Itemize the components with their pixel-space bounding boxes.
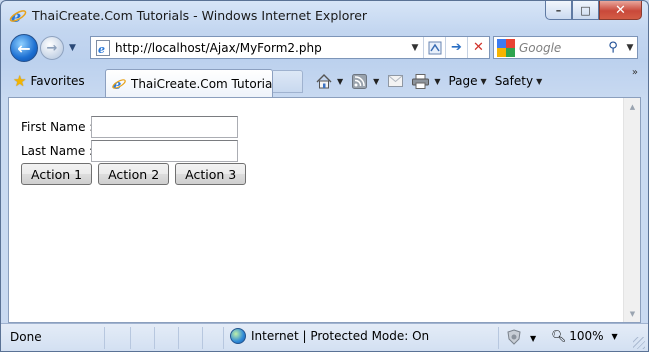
status-divider: [154, 327, 155, 349]
address-bar[interactable]: e http://localhost/Ajax/MyForm2.php ▼ ➔ …: [90, 36, 490, 59]
window-title: ThaiCreate.Com Tutorials - Windows Inter…: [32, 8, 368, 23]
zoom-control[interactable]: 🔍︎ 100% ▼: [551, 329, 618, 343]
security-zone[interactable]: Internet | Protected Mode: On: [230, 328, 429, 344]
protected-mode-dropdown-icon: ▼: [530, 334, 537, 343]
safety-menu-label: Safety: [494, 74, 534, 88]
svg-text:e: e: [98, 43, 105, 56]
protected-mode-button[interactable]: ▼: [506, 329, 536, 348]
last-name-input[interactable]: [91, 140, 238, 162]
security-zone-label: Internet | Protected Mode: On: [251, 329, 430, 343]
command-bar: ★ Favorites e ThaiCreate.Com Tutorials ▼: [1, 65, 648, 97]
last-name-label: Last Name :: [21, 144, 94, 158]
home-dropdown-icon[interactable]: ▼: [337, 77, 343, 86]
page-content: First Name : Last Name : Action 1 Action…: [8, 97, 641, 323]
page-viewport: First Name : Last Name : Action 1 Action…: [9, 98, 623, 322]
feeds-button[interactable]: ▼: [351, 73, 379, 89]
window-controls: – □ ✕: [545, 1, 642, 21]
action-buttons: Action 1 Action 2 Action 3: [21, 163, 252, 185]
favorites-button[interactable]: ★ Favorites: [13, 70, 85, 92]
shield-gear-icon: [506, 329, 522, 348]
status-divider: [104, 327, 105, 349]
feeds-dropdown-icon[interactable]: ▼: [373, 77, 379, 86]
back-arrow-icon: ←: [17, 38, 31, 58]
page-icon: e: [95, 39, 111, 56]
rss-feed-icon: [351, 73, 368, 89]
home-icon: [315, 73, 332, 89]
first-name-input[interactable]: [91, 116, 238, 138]
zoom-level: 100%: [569, 329, 604, 343]
status-divider: [202, 327, 203, 349]
address-input[interactable]: http://localhost/Ajax/MyForm2.php: [115, 41, 407, 55]
safety-dropdown-icon: ▼: [536, 76, 543, 86]
status-divider: [130, 327, 131, 349]
first-name-label: First Name :: [21, 120, 94, 134]
ie-logo-icon: e: [9, 7, 27, 26]
favorites-star-icon: ★: [13, 72, 27, 90]
tab-page-icon: e: [111, 76, 127, 92]
close-button[interactable]: ✕: [599, 1, 642, 20]
page-menu-label: Page: [448, 74, 478, 88]
recent-pages-dropdown-icon[interactable]: ▼: [69, 43, 76, 53]
page-menu[interactable]: Page ▼: [448, 74, 486, 88]
forward-button[interactable]: →: [40, 36, 64, 60]
refresh-go-icon[interactable]: ➔: [445, 37, 467, 58]
zoom-magnifier-icon: 🔍︎: [551, 329, 567, 343]
forward-arrow-icon: →: [46, 40, 58, 56]
favorites-label: Favorites: [30, 74, 85, 88]
status-divider: [223, 327, 224, 349]
action-3-button[interactable]: Action 3: [175, 163, 247, 185]
page-dropdown-icon: ▼: [480, 76, 487, 86]
back-button[interactable]: ←: [10, 34, 38, 62]
search-magnifier-icon[interactable]: ⚲: [603, 40, 623, 55]
action-1-button[interactable]: Action 1: [21, 163, 93, 185]
read-mail-button[interactable]: [387, 73, 404, 89]
last-name-row: Last Name :: [21, 139, 252, 163]
maximize-button[interactable]: □: [572, 1, 599, 20]
navigation-bar: ← → ▼ e http://localhost/Ajax/MyForm2.ph…: [1, 31, 648, 65]
new-tab-button[interactable]: [273, 70, 303, 93]
printer-icon: [412, 73, 430, 89]
first-name-row: First Name :: [21, 115, 252, 139]
status-text: Done: [10, 330, 42, 344]
search-input[interactable]: Google: [519, 41, 603, 55]
zoom-dropdown-icon: ▼: [611, 331, 618, 341]
vertical-scrollbar[interactable]: ▲ ▼: [623, 98, 640, 322]
status-bar: Done Internet | Protected Mode: On ▼ 🔍︎ …: [1, 323, 648, 351]
command-tools: ▼ ▼ ▼ Page ▼ Safety ▼: [315, 71, 550, 91]
address-dropdown-icon[interactable]: ▼: [407, 43, 423, 53]
print-button[interactable]: ▼: [412, 73, 440, 89]
stop-icon[interactable]: ✕: [467, 37, 489, 58]
status-divider: [498, 327, 499, 349]
print-dropdown-icon[interactable]: ▼: [434, 77, 440, 86]
status-divider: [178, 327, 179, 349]
name-form: First Name : Last Name : Action 1 Action…: [21, 115, 252, 185]
safety-menu[interactable]: Safety ▼: [495, 74, 543, 88]
search-box[interactable]: Google ⚲ ▼: [493, 36, 638, 59]
more-tools-chevron-icon[interactable]: »: [632, 67, 638, 78]
title-bar: e ThaiCreate.Com Tutorials - Windows Int…: [1, 1, 648, 31]
tab-thaicreate[interactable]: e ThaiCreate.Com Tutorials: [105, 69, 282, 97]
browser-window: e ThaiCreate.Com Tutorials - Windows Int…: [0, 0, 649, 352]
scroll-down-arrow-icon[interactable]: ▼: [624, 305, 641, 322]
minimize-button[interactable]: –: [545, 1, 572, 20]
google-logo-icon: [497, 38, 515, 57]
tab-label: ThaiCreate.Com Tutorials: [131, 76, 282, 91]
compatibility-view-icon[interactable]: [423, 37, 445, 58]
action-2-button[interactable]: Action 2: [98, 163, 170, 185]
mail-icon: [387, 73, 404, 89]
resize-grip[interactable]: [633, 337, 645, 349]
internet-globe-icon: [230, 328, 246, 344]
scroll-up-arrow-icon[interactable]: ▲: [624, 98, 641, 115]
search-options-dropdown-icon[interactable]: ▼: [623, 43, 637, 53]
home-button[interactable]: ▼: [315, 73, 343, 89]
